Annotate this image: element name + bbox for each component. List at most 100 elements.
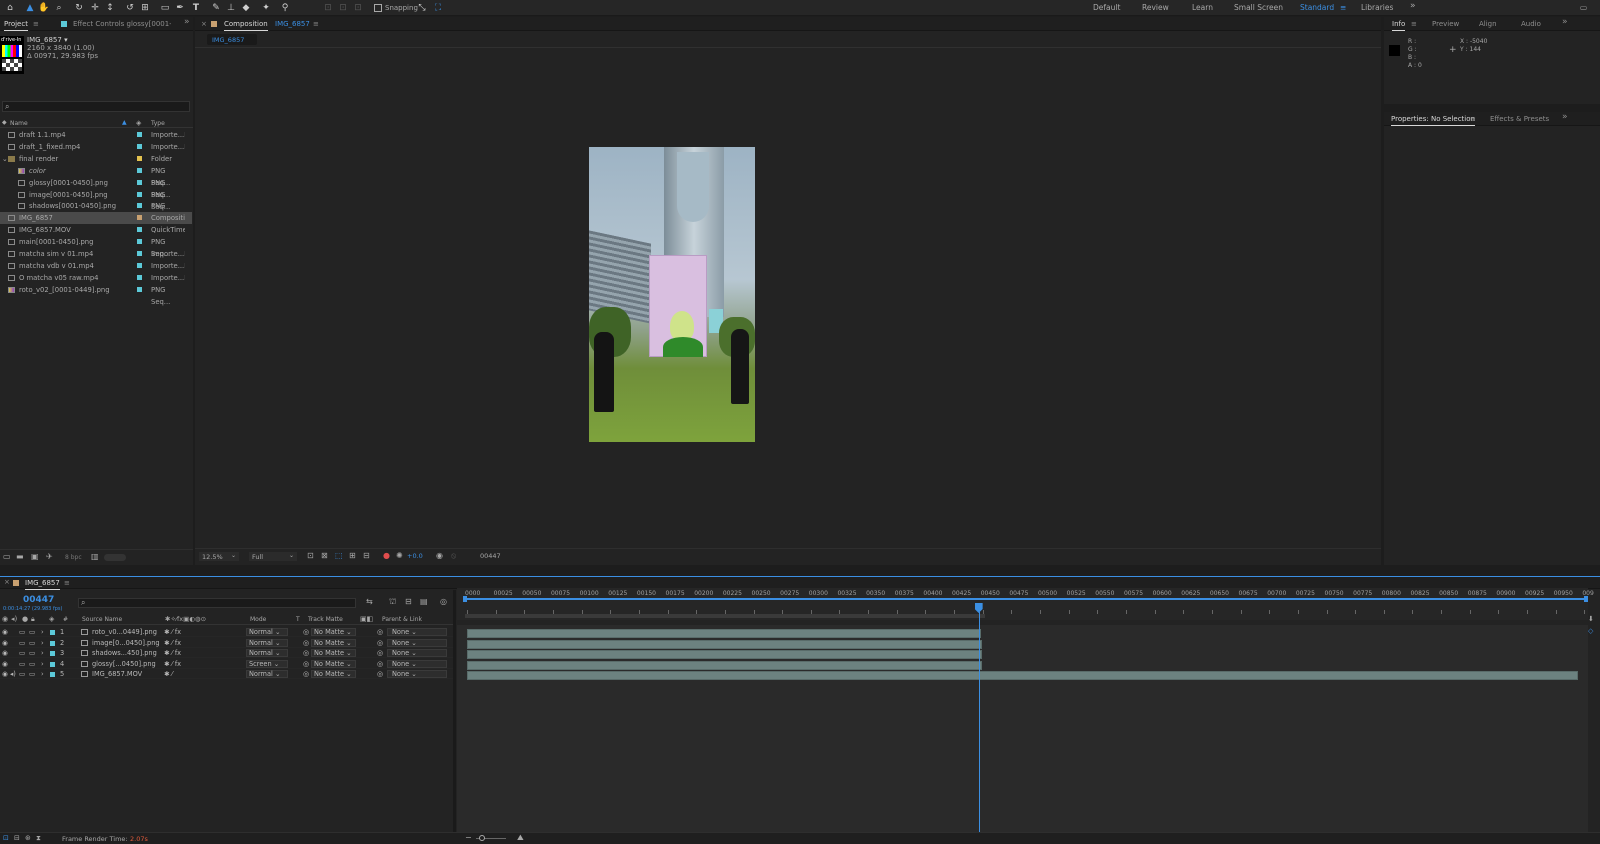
composition-mini-flowchart-icon[interactable]: ⇆ xyxy=(366,597,373,606)
track-matte-pickwhip-icon[interactable]: ◎ xyxy=(303,638,309,648)
axis-world-icon[interactable]: ⊡ xyxy=(337,2,349,14)
guides-icon[interactable]: ⊞ xyxy=(349,551,356,560)
project-item[interactable]: image[0001-0450].png PNG Seq... xyxy=(0,189,192,211)
parent-select[interactable]: None ⌄ xyxy=(387,670,447,678)
resolution-select[interactable]: Full ⌄ xyxy=(249,552,297,561)
more-workspaces-icon[interactable]: » xyxy=(1410,1,1416,11)
track-matte-select[interactable]: No Matte ⌄ xyxy=(311,638,356,647)
composition-viewer-frame[interactable] xyxy=(589,147,755,442)
column-mode[interactable]: Mode xyxy=(250,616,266,623)
tab-audio[interactable]: Audio xyxy=(1521,20,1541,28)
snap-edges-icon[interactable]: ⤡ xyxy=(416,2,428,14)
label-color-swatch[interactable] xyxy=(137,155,142,161)
layer-duration-bar[interactable] xyxy=(467,660,983,670)
label-color-swatch[interactable] xyxy=(137,227,142,233)
clone-stamp-tool-icon[interactable]: ⊥ xyxy=(225,2,237,14)
show-snapshot-icon[interactable]: ⦸ xyxy=(451,551,456,561)
workspace-review[interactable]: Review xyxy=(1142,3,1169,12)
track-matte-pickwhip-icon[interactable]: ◎ xyxy=(303,669,309,679)
label-color-swatch[interactable] xyxy=(137,262,142,268)
layer-source-name[interactable]: roto_v0...0449].png xyxy=(92,627,157,637)
selected-item-name[interactable]: IMG_6857 ▾ xyxy=(27,36,68,44)
blend-mode-select[interactable]: Normal ⌄ xyxy=(246,628,288,636)
selection-tool-icon[interactable]: ▲ xyxy=(24,2,36,14)
video-eye-icon[interactable]: ◉ xyxy=(2,648,8,658)
color-channel-icon[interactable]: ● xyxy=(383,551,390,560)
work-area-bar[interactable] xyxy=(464,598,1588,600)
work-area-end-handle[interactable] xyxy=(1584,596,1588,602)
eraser-tool-icon[interactable]: ◆ xyxy=(240,2,252,14)
snapshot-camera-icon[interactable]: ◉ xyxy=(436,551,443,560)
project-item[interactable]: color PNG Seq... xyxy=(0,165,192,187)
track-matte-select[interactable]: No Matte ⌄ xyxy=(311,659,356,668)
comp-button-icon[interactable]: ◇ xyxy=(1588,627,1593,635)
lock-box[interactable]: ▭ xyxy=(29,659,35,669)
pan-camera-icon[interactable]: ✛ xyxy=(89,2,101,14)
tab-timeline-comp[interactable]: IMG_6857 xyxy=(25,579,60,590)
label-color-swatch[interactable] xyxy=(137,179,142,185)
adjust-settings-icon[interactable]: ✈ xyxy=(46,552,53,561)
transfer-controls-icon[interactable]: ⊟ xyxy=(14,834,20,842)
viewer-timecode[interactable]: 00447 xyxy=(480,552,501,560)
new-folder-icon[interactable]: ▬ xyxy=(16,552,24,561)
parent-pickwhip-icon[interactable]: ◎ xyxy=(377,659,383,669)
interpret-footage-icon[interactable]: ▭ xyxy=(3,552,11,561)
search-help-icon[interactable]: ▭ xyxy=(1580,3,1587,12)
delete-item-icon[interactable]: ▥ xyxy=(91,552,99,561)
layer-label-color[interactable] xyxy=(50,630,55,635)
current-time-indicator-line[interactable] xyxy=(978,612,980,832)
label-column-icon[interactable]: ◆ xyxy=(2,119,7,126)
parent-select[interactable]: None ⌄ xyxy=(387,659,447,668)
composition-breadcrumb[interactable]: IMG_6857 xyxy=(207,34,257,45)
info-menu-icon[interactable]: ≡ xyxy=(1411,20,1417,28)
anchor-point-tool-icon[interactable]: ⊞ xyxy=(139,2,151,14)
workspace-learn[interactable]: Learn xyxy=(1192,3,1213,12)
layer-source-name[interactable]: shadows...450].png xyxy=(92,648,157,658)
tab-properties[interactable]: Properties: No Selection xyxy=(1391,115,1475,126)
timeline-search-input[interactable]: ⌕ xyxy=(78,598,356,608)
snapping-checkbox[interactable] xyxy=(374,4,382,12)
blend-mode-select[interactable]: Screen ⌄ xyxy=(246,659,288,668)
label-color-swatch[interactable] xyxy=(137,215,142,221)
column-track-matte[interactable]: Track Matte xyxy=(308,616,343,623)
video-eye-icon[interactable]: ◉ xyxy=(2,638,8,648)
tab-project[interactable]: Project xyxy=(4,20,28,31)
project-item[interactable]: shadows[0001-0450].pngPNG Seq... xyxy=(0,200,192,222)
close-tab-icon[interactable]: × xyxy=(201,20,207,28)
lock-box[interactable]: ▭ xyxy=(29,638,35,648)
zoom-slider-handle[interactable] xyxy=(479,835,485,841)
blend-mode-select[interactable]: Normal ⌄ xyxy=(246,670,288,678)
shy-layers-icon[interactable]: ⊟ xyxy=(405,597,412,606)
project-item[interactable]: draft 1.1.mp4 Importe...E xyxy=(0,129,192,141)
layer-switches[interactable]: ✱ ⁄ fx xyxy=(164,627,181,637)
audio-icon[interactable]: ◂) xyxy=(10,669,16,679)
color-management-icon[interactable]: ✺ xyxy=(396,551,403,560)
track-matte-select[interactable]: No Matte ⌄ xyxy=(311,649,356,657)
track-matte-select[interactable]: No Matte ⌄ xyxy=(311,670,356,678)
puppet-pin-tool-icon[interactable]: ⚲ xyxy=(279,2,291,14)
layer-twirl-icon[interactable]: › xyxy=(41,659,44,669)
label-color-swatch[interactable] xyxy=(137,132,142,137)
track-matte-pickwhip-icon[interactable]: ◎ xyxy=(303,648,309,658)
brush-tool-icon[interactable]: ✎ xyxy=(210,2,222,14)
label-color-swatch[interactable] xyxy=(137,251,142,256)
tab-align[interactable]: Align xyxy=(1479,20,1497,28)
label-color-swatch[interactable] xyxy=(137,167,142,173)
properties-menu-icon[interactable]: ≡ xyxy=(1470,115,1476,123)
project-item[interactable]: ⌄ final render Folder xyxy=(0,153,192,165)
column-source-name[interactable]: Source Name xyxy=(82,616,122,623)
track-matte-pickwhip-icon[interactable]: ◎ xyxy=(303,659,309,669)
pen-tool-icon[interactable]: ✒ xyxy=(174,2,186,14)
layer-source-name[interactable]: glossy[...0450].png xyxy=(92,659,156,669)
label-color-swatch[interactable] xyxy=(137,143,142,149)
timeline-menu-icon[interactable]: ≡ xyxy=(64,579,70,587)
layer-twirl-icon[interactable]: › xyxy=(41,627,44,637)
parent-select[interactable]: None ⌄ xyxy=(387,649,447,657)
project-item[interactable]: main[0001-0450].png PNG Seq... xyxy=(0,236,192,258)
fast-previews-icon[interactable]: ⊡ xyxy=(307,551,314,560)
tab-composition-label[interactable]: Composition xyxy=(224,20,268,31)
video-eye-icon[interactable]: ◉ xyxy=(2,669,8,679)
project-item[interactable]: O matcha v05 raw.mp4 Importe...E xyxy=(0,272,192,284)
track-matte-pickwhip-icon[interactable]: ◎ xyxy=(303,627,309,637)
workspace-menu-icon[interactable]: ≡ xyxy=(1340,3,1346,12)
